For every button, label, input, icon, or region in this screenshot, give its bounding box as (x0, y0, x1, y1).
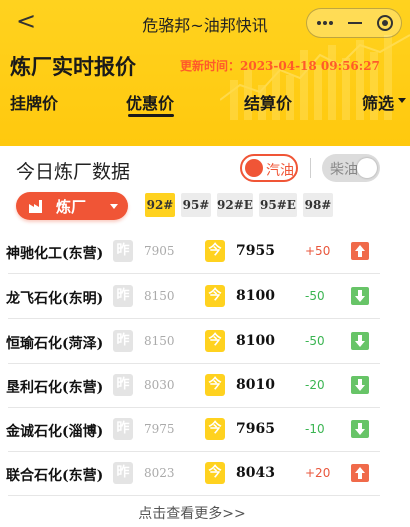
yesterday-badge: 昨 (113, 418, 133, 440)
header-banner: < 危骆邦~油邦快讯 炼厂实时报价 更新时间：2023-04-18 09:56:… (0, 0, 410, 146)
price-change: +50 (305, 244, 331, 258)
arrow-down-icon (351, 420, 369, 438)
yesterday-price: 7905 (144, 244, 175, 258)
price-change: +20 (305, 466, 331, 480)
today-price: 7955 (236, 243, 275, 259)
list-item[interactable]: 联合石化(东营) 昨 8023 今 8043 +20 (0, 452, 410, 496)
today-price: 7965 (236, 421, 275, 437)
arrow-down-icon (351, 332, 369, 350)
today-badge: 今 (205, 374, 225, 396)
arrow-up-icon (351, 242, 369, 260)
arrow-up-icon (351, 464, 369, 482)
yesterday-badge: 昨 (113, 462, 133, 484)
factory-icon (29, 200, 42, 213)
back-icon[interactable]: < (14, 8, 38, 34)
divider (8, 495, 380, 496)
price-change: -50 (305, 334, 325, 348)
grade-92e[interactable]: 92#E (217, 193, 253, 217)
diesel-label: 柴油 (330, 162, 358, 178)
fuel-switch: 汽油 柴油 (240, 154, 390, 184)
list-item[interactable]: 神驰化工(东营) 昨 7905 今 7955 +50 (0, 230, 410, 274)
tab-filter[interactable]: 筛选 (362, 90, 394, 114)
refinery-name: 神驰化工(东营) (6, 246, 104, 262)
yesterday-badge: 昨 (113, 330, 133, 352)
today-badge: 今 (205, 240, 225, 262)
refinery-name: 联合石化(东营) (6, 468, 104, 484)
update-time: 更新时间：2023-04-18 09:56:27 (180, 59, 380, 73)
tab-discount-price[interactable]: 优惠价 (126, 90, 174, 114)
refinery-name: 龙飞石化(东明) (6, 291, 104, 307)
price-change: -20 (305, 378, 325, 392)
toggle-knob-icon (357, 158, 377, 178)
toggle-knob-icon (245, 159, 263, 177)
refinery-name: 金诚石化(淄博) (6, 424, 104, 440)
grade-95e[interactable]: 95#E (259, 193, 297, 217)
yesterday-badge: 昨 (113, 285, 133, 307)
arrow-down-icon (351, 287, 369, 305)
refinery-name: 垦利石化(东营) (6, 380, 104, 396)
list-item[interactable]: 龙飞石化(东明) 昨 8150 今 8100 -50 (0, 275, 410, 319)
tab-settlement-price[interactable]: 结算价 (244, 90, 292, 114)
more-icon[interactable] (309, 9, 341, 37)
yesterday-badge: 昨 (113, 374, 133, 396)
chevron-down-icon (110, 204, 118, 209)
miniprogram-capsule (306, 8, 402, 38)
section-title: 今日炼厂数据 (16, 161, 131, 183)
grade-92[interactable]: 92# (145, 193, 175, 217)
filter-caret-icon (398, 98, 406, 103)
today-badge: 今 (205, 285, 225, 307)
divider (310, 158, 311, 178)
today-badge: 今 (205, 418, 225, 440)
navbar-title: 危骆邦~油邦快讯 (142, 16, 268, 35)
tab-listed-price[interactable]: 挂牌价 (10, 90, 58, 114)
list-item[interactable]: 恒瑜石化(菏泽) 昨 8150 今 8100 -50 (0, 320, 410, 364)
today-price: 8100 (236, 333, 275, 349)
refinery-select-button[interactable]: 炼厂 (16, 192, 128, 220)
page-title: 炼厂实时报价 (10, 55, 136, 79)
navbar: < 危骆邦~油邦快讯 (0, 0, 410, 44)
arrow-down-icon (351, 376, 369, 394)
grade-98[interactable]: 98# (303, 193, 333, 217)
list-item[interactable]: 金诚石化(淄博) 昨 7975 今 7965 -10 (0, 408, 410, 452)
view-more-link[interactable]: 点击查看更多>> (0, 503, 384, 523)
refinery-select-label: 炼厂 (56, 198, 87, 216)
today-price: 8100 (236, 288, 275, 304)
divider (8, 318, 380, 319)
yesterday-price: 8150 (144, 289, 175, 303)
today-price: 8010 (236, 377, 275, 393)
divider (8, 273, 380, 274)
refinery-name: 恒瑜石化(菏泽) (6, 336, 104, 352)
close-icon[interactable] (369, 9, 401, 37)
price-change: -50 (305, 289, 325, 303)
minimize-icon[interactable] (339, 9, 371, 37)
price-tabs: 挂牌价 优惠价 结算价 筛选 (0, 86, 410, 120)
grade-95[interactable]: 95# (181, 193, 211, 217)
list-item[interactable]: 垦利石化(东营) 昨 8030 今 8010 -20 (0, 364, 410, 408)
today-badge: 今 (205, 462, 225, 484)
yesterday-price: 8150 (144, 334, 175, 348)
today-price: 8043 (236, 465, 275, 481)
yesterday-badge: 昨 (113, 240, 133, 262)
yesterday-price: 7975 (144, 422, 175, 436)
active-tab-indicator (128, 114, 174, 117)
diesel-toggle[interactable]: 柴油 (322, 154, 380, 182)
gasoline-label: 汽油 (266, 163, 294, 179)
price-change: -10 (305, 422, 325, 436)
yesterday-price: 8023 (144, 466, 175, 480)
today-badge: 今 (205, 330, 225, 352)
yesterday-price: 8030 (144, 378, 175, 392)
gasoline-toggle[interactable]: 汽油 (240, 154, 298, 182)
